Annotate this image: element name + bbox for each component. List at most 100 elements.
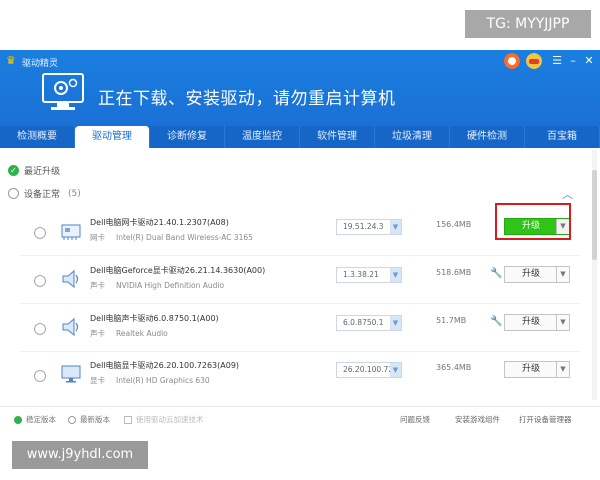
version-select[interactable]: 6.0.8750.1 ▼ [336, 315, 402, 331]
section-radio[interactable] [8, 188, 19, 199]
driver-type: 显卡 [90, 376, 105, 385]
network-card-icon [61, 224, 81, 240]
version-select[interactable]: 1.3.38.21 ▼ [336, 267, 402, 283]
version-select[interactable]: 26.20.100.72 ▼ [336, 362, 402, 378]
close-icon[interactable]: ✕ [582, 54, 596, 68]
driver-row: Dell电脑声卡驱动6.0.8750.1(A00) 声卡 Realtek Audi… [0, 310, 590, 357]
install-status-text: 正在下载、安装驱动，请勿重启计算机 [98, 89, 396, 109]
device-manager-link[interactable]: 打开设备管理器 [519, 414, 572, 425]
upgrade-button[interactable]: 升级 ▼ [504, 314, 570, 331]
section-normal-label: 设备正常 [24, 190, 61, 200]
speaker-icon [62, 317, 79, 337]
checkbox-icon[interactable] [124, 415, 132, 424]
footer-bar: 稳定版本 最新版本 使用驱动云加速技术 问题反馈 安装游戏组件 打开设备管理器 [0, 406, 600, 428]
watermark-top: TG: MYYJJPP [465, 10, 591, 38]
driver-device: Intel(R) Dual Band Wireless-AC 3165 [116, 233, 253, 242]
upgrade-label: 升级 [521, 317, 540, 327]
section-normal-count: (5) [68, 188, 81, 199]
check-icon: ✓ [8, 165, 19, 176]
upgrade-button[interactable]: 升级 ▼ [504, 266, 570, 283]
driver-name: Dell电脑网卡驱动21.40.1.2307(A08) [90, 218, 229, 227]
version-value: 1.3.38.21 [343, 270, 379, 279]
tab-junk-cleanup[interactable]: 垃圾清理 [375, 126, 450, 148]
cloud-accel-label: 使用驱动云加速技术 [136, 415, 204, 424]
tab-toolbox[interactable]: 百宝箱 [525, 126, 600, 148]
driver-row: Dell电脑显卡驱动26.20.100.7263(A09) 显卡 Intel(R)… [0, 357, 590, 404]
driver-type: 声卡 [90, 281, 105, 290]
driver-row: Dell电脑Geforce显卡驱动26.21.14.3630(A00) 声卡 NV… [0, 262, 590, 309]
latest-version-option[interactable]: 最新版本 [68, 414, 110, 425]
minimize-icon[interactable]: – [566, 54, 580, 68]
chevron-down-icon[interactable]: ▼ [556, 362, 569, 377]
latest-version-label: 最新版本 [80, 415, 110, 424]
wrench-icon[interactable]: 🔧 [490, 316, 502, 327]
scrollbar-thumb[interactable] [592, 170, 597, 260]
monitor-icon [61, 365, 81, 383]
divider [20, 351, 580, 352]
driver-select-radio[interactable] [34, 227, 46, 239]
driver-device: Intel(R) HD Graphics 630 [116, 376, 210, 385]
tab-hardware-check[interactable]: 硬件检测 [450, 126, 525, 148]
version-value: 6.0.8750.1 [343, 318, 384, 327]
driver-description: 声卡 NVIDIA High Definition Audio [90, 280, 224, 291]
game-pad-icon[interactable] [526, 53, 542, 69]
driver-name: Dell电脑声卡驱动6.0.8750.1(A00) [90, 314, 219, 323]
update-badge-icon[interactable] [504, 53, 520, 69]
chevron-down-icon: ▼ [390, 220, 401, 234]
driver-select-radio[interactable] [34, 370, 46, 382]
chevron-down-icon[interactable]: ▼ [556, 267, 569, 282]
stable-version-option[interactable]: 稳定版本 [14, 414, 56, 425]
radio-selected-icon[interactable] [14, 415, 22, 424]
upgrade-button[interactable]: 升级 ▼ [504, 361, 570, 378]
radio-icon[interactable] [68, 415, 76, 424]
driver-type: 网卡 [90, 233, 105, 242]
driver-device: NVIDIA High Definition Audio [116, 281, 225, 290]
menu-icon[interactable]: ☰ [550, 54, 564, 68]
tab-overview[interactable]: 检测概要 [0, 126, 75, 148]
driver-description: 显卡 Intel(R) HD Graphics 630 [90, 375, 210, 386]
section-recent-upgrades[interactable]: ✓ 最近升级 [8, 164, 60, 177]
cloud-accel-option[interactable]: 使用驱动云加速技术 [124, 414, 204, 425]
driver-name: Dell电脑Geforce显卡驱动26.21.14.3630(A00) [90, 266, 266, 275]
game-components-link[interactable]: 安装游戏组件 [455, 414, 500, 425]
driver-size: 51.7MB [436, 316, 467, 325]
tab-temperature[interactable]: 温度监控 [225, 126, 300, 148]
driver-device: Realtek Audio [116, 329, 168, 338]
driver-name: Dell电脑显卡驱动26.20.100.7263(A09) [90, 361, 240, 370]
collapse-chevron-icon[interactable]: ︿ [562, 186, 573, 202]
main-tabs: 检测概要 驱动管理 诊断修复 温度监控 软件管理 垃圾清理 硬件检测 百宝箱 [0, 126, 600, 148]
watermark-bottom: www.j9yhdl.com [12, 441, 148, 469]
tab-software[interactable]: 软件管理 [300, 126, 375, 148]
driver-size: 365.4MB [436, 363, 472, 372]
driver-description: 网卡 Intel(R) Dual Band Wireless-AC 3165 [90, 232, 253, 243]
highlight-box [495, 203, 571, 240]
tab-diagnose-repair[interactable]: 诊断修复 [150, 126, 225, 148]
app-logo-icon: ♛ [6, 54, 16, 67]
section-recent-label: 最近升级 [24, 167, 61, 177]
driver-description: 声卡 Realtek Audio [90, 328, 168, 339]
driver-size: 518.6MB [436, 268, 472, 277]
chevron-down-icon: ▼ [390, 363, 401, 377]
driver-select-radio[interactable] [34, 275, 46, 287]
stable-version-label: 稳定版本 [26, 415, 56, 424]
chevron-down-icon[interactable]: ▼ [556, 315, 569, 330]
version-select[interactable]: 19.51.24.3 ▼ [336, 219, 402, 235]
feedback-link[interactable]: 问题反馈 [400, 414, 430, 425]
speaker-icon [62, 269, 79, 289]
computer-gear-icon [42, 73, 84, 110]
upgrade-label: 升级 [521, 364, 540, 374]
divider [20, 255, 580, 256]
version-value: 19.51.24.3 [343, 222, 384, 231]
wrench-icon[interactable]: 🔧 [490, 268, 502, 279]
upgrade-label: 升级 [521, 269, 540, 279]
driver-select-radio[interactable] [34, 323, 46, 335]
driver-manager-window: ♛ 驱动精灵 ☰ – ✕ 正在下载、安装驱动，请勿重启计算机 检测概要 驱动管理… [0, 0, 600, 480]
driver-size: 156.4MB [436, 220, 472, 229]
app-title: 驱动精灵 [22, 59, 59, 69]
chevron-down-icon: ▼ [390, 268, 401, 282]
driver-type: 声卡 [90, 329, 105, 338]
tab-driver-management[interactable]: 驱动管理 [75, 126, 150, 148]
divider [20, 303, 580, 304]
chevron-down-icon: ▼ [390, 316, 401, 330]
section-devices-normal[interactable]: 设备正常 (5) [8, 187, 81, 200]
